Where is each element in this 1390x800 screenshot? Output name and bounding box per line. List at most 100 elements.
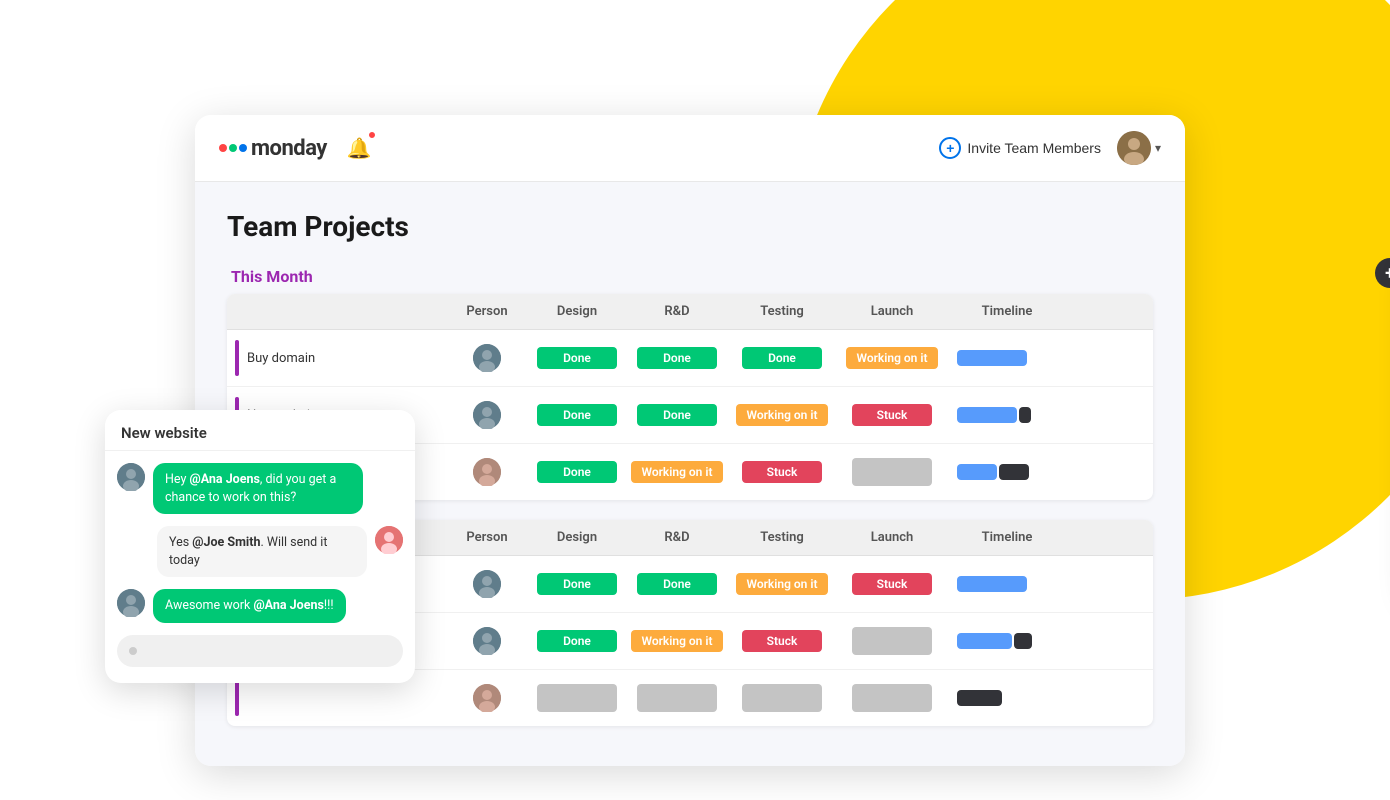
td-rnd: Done bbox=[627, 398, 727, 432]
td-testing bbox=[727, 678, 837, 718]
td-timeline bbox=[947, 570, 1067, 598]
th-launch-2: Launch bbox=[837, 520, 947, 555]
timeline-bar-blue bbox=[957, 576, 1027, 592]
th-timeline-2: Timeline bbox=[947, 520, 1067, 555]
logo-dots bbox=[219, 144, 247, 152]
th-testing-2: Testing bbox=[727, 520, 837, 555]
timeline-bar-wrap bbox=[957, 633, 1057, 649]
status-badge: Stuck bbox=[852, 573, 932, 595]
chat-message: Hey @Ana Joens, did you get a chance to … bbox=[117, 463, 403, 514]
td-rnd: Done bbox=[627, 341, 727, 375]
header-right: + Invite Team Members ▾ bbox=[939, 131, 1161, 165]
timeline-bar-blue bbox=[957, 407, 1017, 423]
timeline-bar-wrap bbox=[957, 690, 1057, 706]
th-task bbox=[227, 294, 447, 329]
th-testing: Testing bbox=[727, 294, 837, 329]
status-badge: Working on it bbox=[846, 347, 937, 369]
empty-cell bbox=[852, 458, 932, 486]
empty-cell bbox=[852, 627, 932, 655]
chat-header: New website bbox=[105, 410, 415, 451]
avatar bbox=[117, 589, 145, 617]
mention: @Ana Joens bbox=[253, 598, 323, 613]
avatar bbox=[117, 463, 145, 491]
td-testing: Stuck bbox=[727, 624, 837, 658]
td-timeline bbox=[947, 458, 1067, 486]
chat-panel: New website Hey @Ana Joens, did you get … bbox=[105, 410, 415, 683]
chat-message: Yes @Joe Smith. Will send it today bbox=[117, 526, 403, 577]
td-launch bbox=[837, 452, 947, 492]
empty-cell bbox=[637, 684, 717, 712]
status-badge: Working on it bbox=[631, 630, 722, 652]
logo-dot-blue bbox=[239, 144, 247, 152]
left-indicator bbox=[235, 340, 239, 376]
avatar bbox=[375, 526, 403, 554]
invite-team-button[interactable]: + Invite Team Members bbox=[939, 137, 1101, 159]
status-badge: Done bbox=[637, 573, 717, 595]
td-avatar bbox=[447, 678, 527, 718]
td-design: Done bbox=[527, 455, 627, 489]
bell-notification[interactable]: 🔔 bbox=[343, 132, 375, 164]
logo-text: monday bbox=[251, 136, 327, 161]
user-avatar-wrap[interactable]: ▾ bbox=[1117, 131, 1161, 165]
td-design: Done bbox=[527, 341, 627, 375]
th-rnd-2: R&D bbox=[627, 520, 727, 555]
td-rnd: Working on it bbox=[627, 455, 727, 489]
chat-input-bar[interactable] bbox=[117, 635, 403, 667]
empty-cell bbox=[742, 684, 822, 712]
row-label: Buy domain bbox=[247, 351, 315, 366]
avatar-female bbox=[473, 458, 501, 486]
status-badge: Done bbox=[537, 347, 617, 369]
th-timeline: Timeline bbox=[947, 294, 1067, 329]
logo-dot-red bbox=[219, 144, 227, 152]
row-left: Buy domain bbox=[227, 330, 447, 386]
status-badge: Stuck bbox=[742, 630, 822, 652]
status-badge: Stuck bbox=[742, 461, 822, 483]
th-person-2: Person bbox=[447, 520, 527, 555]
chat-bubble: Awesome work @Ana Joens!!! bbox=[153, 589, 346, 623]
status-badge: Done bbox=[537, 630, 617, 652]
mention: @Ana Joens bbox=[189, 472, 259, 487]
td-avatar bbox=[447, 452, 527, 492]
th-person: Person bbox=[447, 294, 527, 329]
td-design: Done bbox=[527, 567, 627, 601]
td-avatar bbox=[447, 338, 527, 378]
timeline-bar-blue bbox=[957, 464, 997, 480]
td-testing: Working on it bbox=[727, 567, 837, 601]
avatar-male bbox=[473, 344, 501, 372]
td-design: Done bbox=[527, 624, 627, 658]
td-timeline bbox=[947, 627, 1067, 655]
app-header: monday 🔔 + Invite Team Members bbox=[195, 115, 1185, 182]
timeline-bar-wrap bbox=[957, 350, 1057, 366]
status-badge: Working on it bbox=[736, 573, 827, 595]
status-badge: Done bbox=[742, 347, 822, 369]
td-launch bbox=[837, 678, 947, 718]
td-launch: Stuck bbox=[837, 398, 947, 432]
logo-dot-green bbox=[229, 144, 237, 152]
section-label-this-month: This Month bbox=[227, 267, 1153, 286]
notification-badge bbox=[367, 130, 377, 140]
td-launch: Stuck bbox=[837, 567, 947, 601]
timeline-bar-dark bbox=[1019, 407, 1031, 423]
chat-message: Awesome work @Ana Joens!!! bbox=[117, 589, 403, 623]
chat-bubble: Yes @Joe Smith. Will send it today bbox=[157, 526, 367, 577]
td-rnd: Working on it bbox=[627, 624, 727, 658]
chat-input-dot bbox=[129, 647, 137, 655]
status-badge: Working on it bbox=[736, 404, 827, 426]
td-avatar bbox=[447, 621, 527, 661]
td-launch bbox=[837, 621, 947, 661]
logo-area: monday 🔔 bbox=[219, 132, 375, 164]
empty-cell bbox=[852, 684, 932, 712]
chat-bubble: Hey @Ana Joens, did you get a chance to … bbox=[153, 463, 363, 514]
td-timeline bbox=[947, 401, 1067, 429]
th-rnd: R&D bbox=[627, 294, 727, 329]
empty-cell bbox=[537, 684, 617, 712]
td-design: Done bbox=[527, 398, 627, 432]
status-badge: Done bbox=[537, 404, 617, 426]
invite-plus-icon: + bbox=[939, 137, 961, 159]
td-avatar bbox=[447, 395, 527, 435]
th-launch: Launch bbox=[837, 294, 947, 329]
timeline-bar-blue bbox=[957, 350, 1027, 366]
td-timeline bbox=[947, 344, 1067, 372]
avatar bbox=[1117, 131, 1151, 165]
th-design: Design bbox=[527, 294, 627, 329]
